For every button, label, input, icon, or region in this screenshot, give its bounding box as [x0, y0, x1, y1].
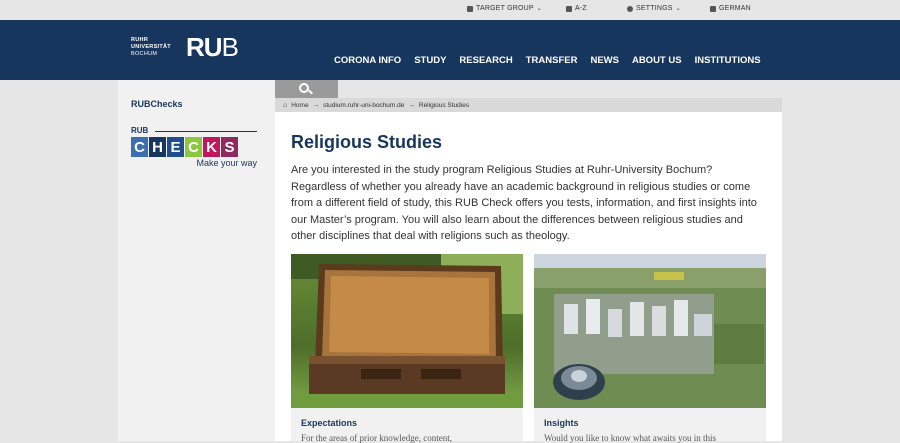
breadcrumb-studium[interactable]: studium.ruhr-uni-bochum.de: [323, 102, 404, 109]
az-link[interactable]: A-Z: [566, 5, 587, 12]
chevron-down-icon: ⌄: [536, 6, 542, 12]
search-icon-handle: [308, 89, 313, 95]
card-text: Would you like to know what awaits you i…: [544, 433, 717, 443]
rub-checks-logo[interactable]: RUB C H E C K S Make your way: [131, 126, 261, 168]
card-insights[interactable]: Insights Would you like to know what awa…: [534, 254, 766, 443]
sidebar-title[interactable]: RUBChecks: [131, 99, 183, 109]
logo-ru: RU: [186, 32, 223, 62]
nav-about-us[interactable]: ABOUT US: [632, 55, 682, 66]
nav-institutions[interactable]: INSTITUTIONS: [695, 55, 761, 66]
search-button[interactable]: [275, 80, 338, 98]
card-title: Expectations: [301, 418, 358, 428]
checks-letter: E: [167, 137, 184, 157]
main-nav: CORONA INFO STUDY RESEARCH TRANSFER NEWS…: [334, 55, 774, 66]
intro-paragraph: Are you interested in the study program …: [291, 164, 757, 242]
breadcrumb-separator: →: [312, 101, 320, 109]
checks-letter: C: [185, 137, 202, 157]
logo-line: UNIVERSITÄT: [131, 44, 171, 50]
card-caption: Insights Would you like to know what awa…: [534, 408, 766, 443]
card-caption: Expectations For the areas of prior know…: [291, 408, 523, 443]
nav-corona-info[interactable]: CORONA INFO: [334, 55, 401, 66]
checks-letter: K: [203, 137, 220, 157]
search-icon: [299, 83, 309, 93]
card-title: Insights: [544, 418, 579, 428]
home-icon[interactable]: ⌂: [283, 102, 287, 109]
nav-transfer[interactable]: TRANSFER: [526, 55, 578, 66]
az-label: A-Z: [575, 5, 587, 12]
settings-label: SETTINGS: [636, 5, 673, 12]
language-label: GERMAN: [719, 5, 751, 12]
logo-line: RUHR: [131, 37, 149, 43]
language-switch[interactable]: GERMAN: [710, 5, 751, 12]
chevron-down-icon: ⌄: [675, 6, 681, 12]
university-logo-text[interactable]: RUHR UNIVERSITÄT BOCHUM: [131, 37, 171, 58]
main-content: Religious Studies Are you interested in …: [275, 112, 782, 443]
flag-icon: [710, 5, 716, 12]
breadcrumb: ⌂ Home → studium.ruhr-uni-bochum.de → Re…: [275, 98, 782, 112]
checks-letter: H: [149, 137, 166, 157]
gear-icon: [627, 5, 633, 12]
people-icon: [467, 5, 473, 12]
settings-menu[interactable]: SETTINGS ⌄: [627, 5, 681, 12]
right-margin: [782, 80, 900, 441]
checks-letter: S: [221, 137, 238, 157]
book-icon: [566, 5, 572, 12]
checks-letter: C: [131, 137, 148, 157]
checks-letters: C H E C K S: [131, 137, 261, 157]
page-title: Religious Studies: [291, 132, 443, 152]
target-group-menu[interactable]: TARGET GROUP ⌄: [467, 5, 542, 12]
card-expectations[interactable]: Expectations For the areas of prior know…: [291, 254, 523, 443]
campus-aerial-image: [534, 254, 766, 408]
logo-divider: [155, 131, 257, 132]
nav-research[interactable]: RESEARCH: [459, 55, 512, 66]
rub-logo[interactable]: RUB: [186, 32, 239, 63]
search-strip: [338, 80, 782, 98]
suitcase-image: [291, 254, 523, 408]
nav-news[interactable]: NEWS: [590, 55, 619, 66]
target-group-label: TARGET GROUP: [476, 5, 534, 12]
sidebar: RUBChecks RUB C H E C K S Make your way: [118, 80, 275, 441]
nav-study[interactable]: STUDY: [414, 55, 446, 66]
utility-bar: TARGET GROUP ⌄ A-Z SETTINGS ⌄ GERMAN: [0, 0, 900, 20]
card-text: For the areas of prior knowledge, conten…: [301, 433, 452, 443]
breadcrumb-current: Religious Studies: [418, 101, 470, 109]
logo-b: B: [221, 32, 239, 62]
breadcrumb-home[interactable]: Home: [291, 102, 308, 109]
breadcrumb-separator: →: [408, 101, 415, 109]
checks-tagline: Make your way: [196, 158, 257, 168]
logo-line: BOCHUM: [131, 51, 158, 57]
